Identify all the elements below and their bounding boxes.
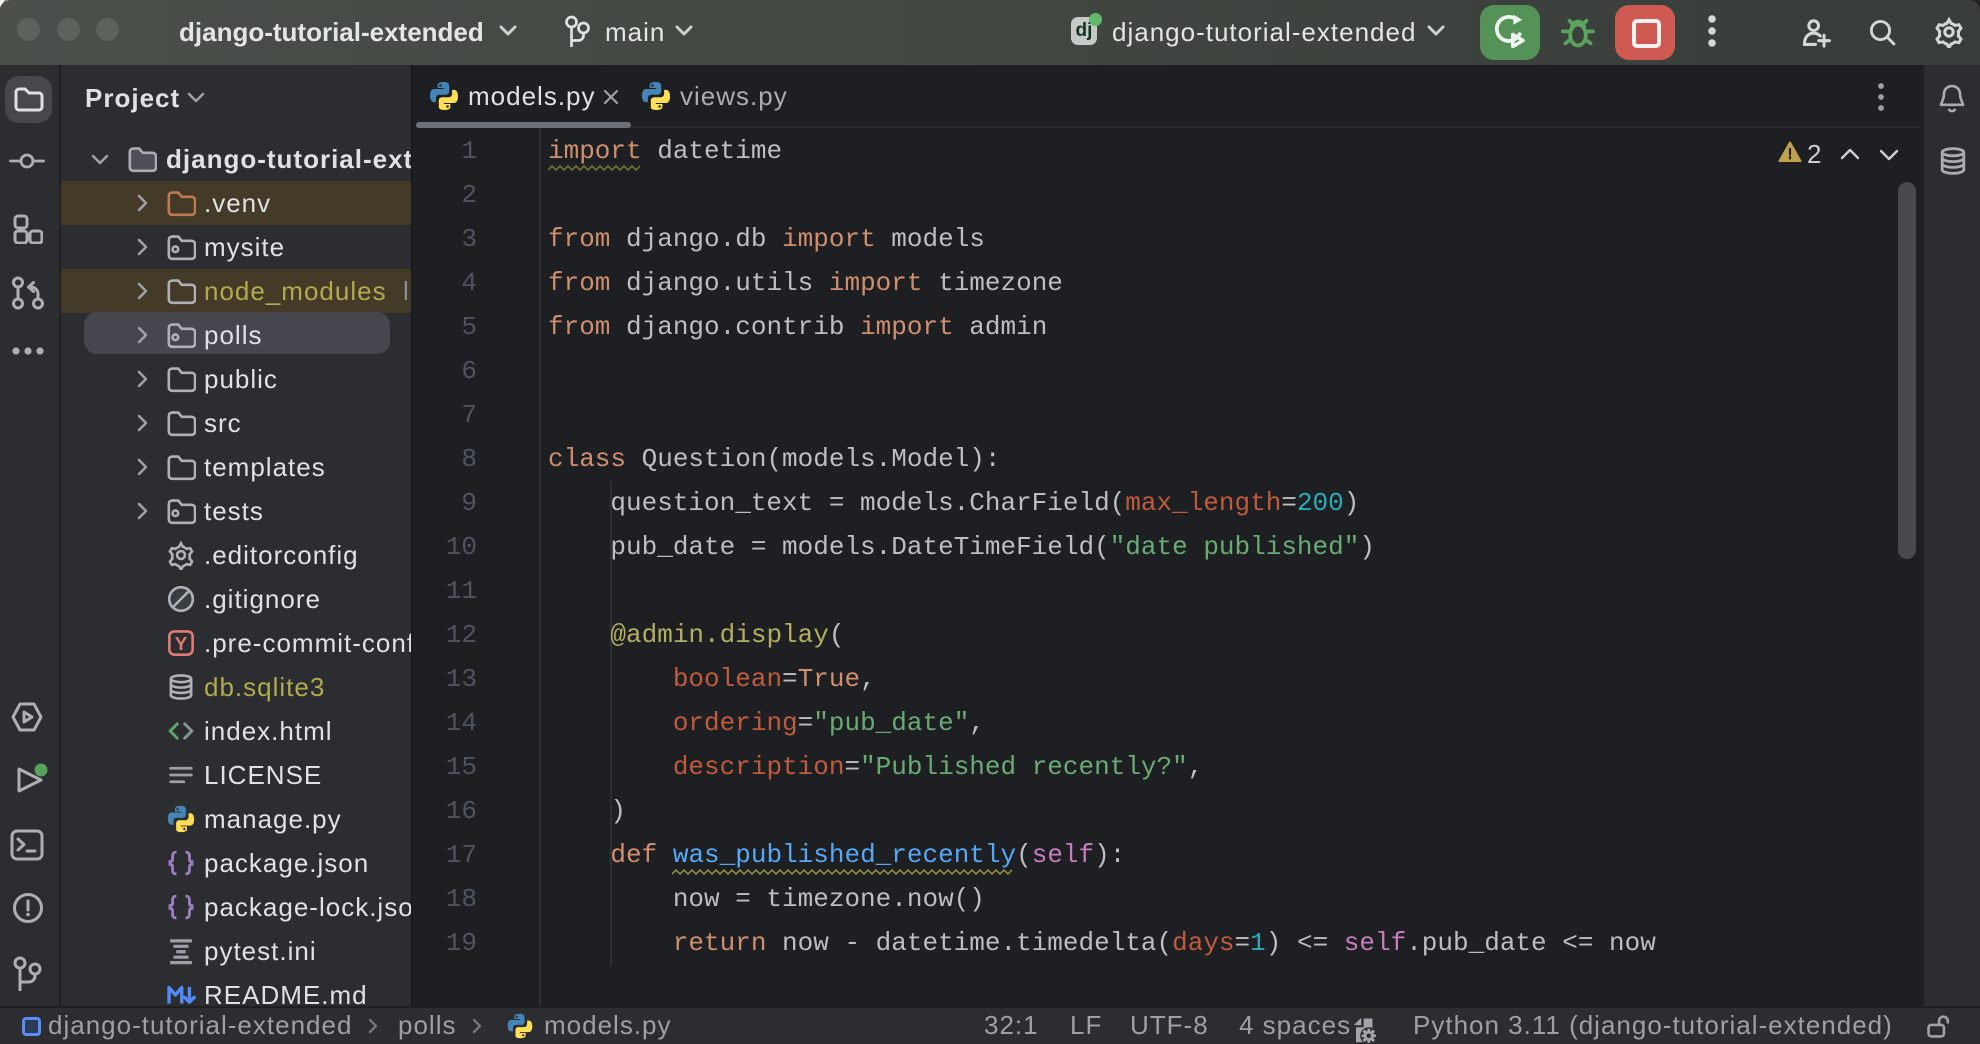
- svg-text:Y: Y: [175, 633, 188, 654]
